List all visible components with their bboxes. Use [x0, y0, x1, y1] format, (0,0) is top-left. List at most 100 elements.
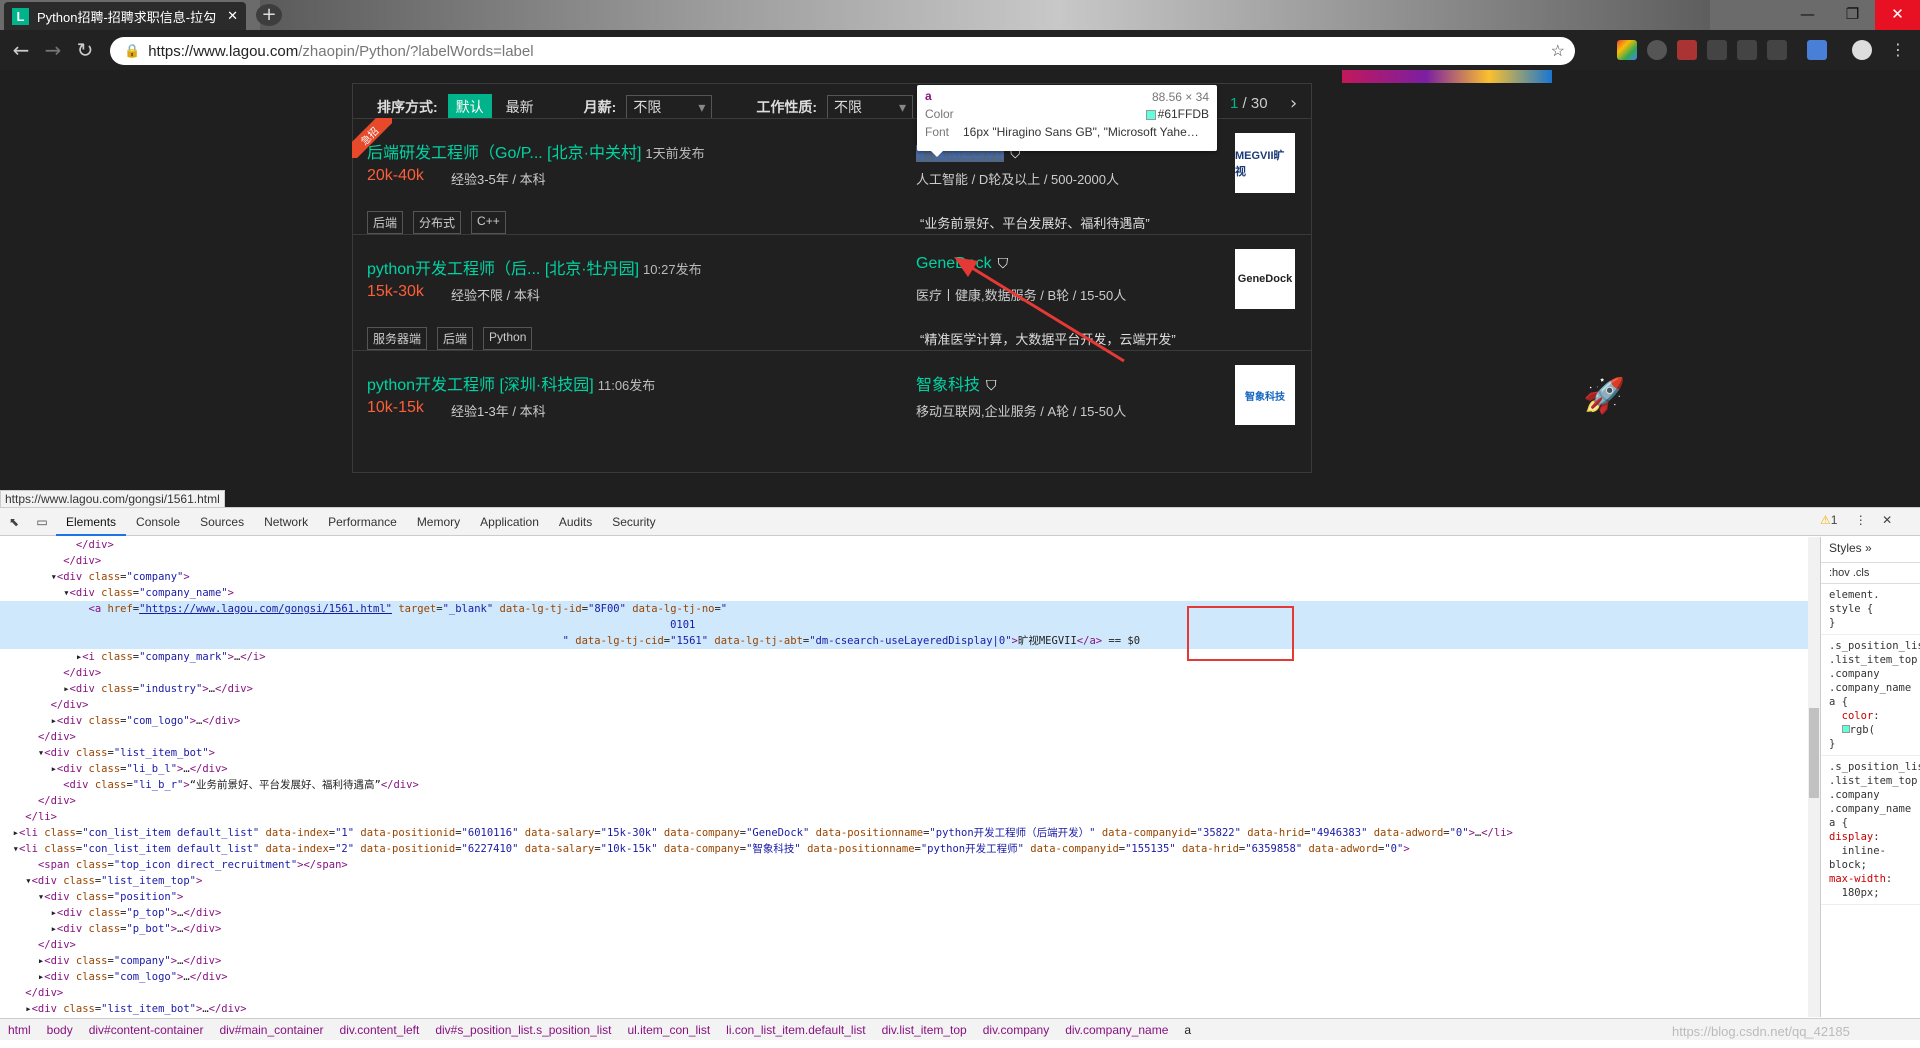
- company-logo[interactable]: MEGVII旷视: [1235, 133, 1295, 193]
- back-to-top-rocket-icon[interactable]: 🚀: [1583, 376, 1625, 416]
- lock-icon: 🔒: [124, 43, 141, 58]
- lagou-favicon-icon: L: [12, 7, 29, 25]
- company-industry: 人工智能 / D轮及以上 / 500-2000人: [916, 172, 1119, 187]
- warning-count: 1: [1830, 513, 1838, 527]
- window-close-icon[interactable]: ✕: [1875, 0, 1920, 30]
- style-rule: element. style {}: [1821, 584, 1920, 635]
- next-page-icon[interactable]: ›: [1290, 93, 1297, 114]
- sort-label: 排序方式:: [377, 99, 438, 115]
- dom-breadcrumbs: html body div#content-container div#main…: [0, 1018, 1920, 1040]
- new-tab-button[interactable]: +: [256, 4, 282, 26]
- browser-tab[interactable]: L Python招聘-招聘求职信息-拉勾 ✕: [4, 2, 246, 30]
- tab-elements[interactable]: Elements: [56, 508, 127, 536]
- style-rule: .s_position_list .list_item_top .company…: [1821, 635, 1920, 756]
- extension-icon[interactable]: [1677, 40, 1697, 60]
- breadcrumb-item[interactable]: a: [1176, 1023, 1199, 1037]
- job-card[interactable]: python开发工程师（后... [北京·牡丹园] 10:27发布 15k-30k…: [352, 234, 1312, 357]
- minimize-icon[interactable]: —: [1785, 0, 1830, 30]
- tooltip-color-value: #61FFDB: [1157, 107, 1209, 121]
- extension-icon[interactable]: [1767, 40, 1787, 60]
- devtools-close-icon[interactable]: ✕: [1882, 513, 1892, 527]
- devtools-menu-icon[interactable]: ⋮: [1855, 513, 1867, 527]
- publish-time: 1天前发布: [645, 146, 705, 161]
- salary-dropdown[interactable]: 不限: [626, 95, 713, 119]
- sort-default-button[interactable]: 默认: [447, 94, 492, 120]
- requirement: 经验不限 / 本科: [451, 288, 540, 303]
- warning-icon[interactable]: ⚠: [1820, 513, 1831, 527]
- styles-filter[interactable]: :hov .cls: [1821, 563, 1920, 584]
- tab-sources[interactable]: Sources: [190, 508, 254, 536]
- inspect-tooltip: a 88.56 × 34 Color #61FFDB Font 16px "Hirag…: [917, 85, 1217, 157]
- breadcrumb-item[interactable]: div#main_container: [211, 1023, 331, 1037]
- job-tag: C++: [471, 211, 506, 234]
- tooltip-dims: 88.56 × 34: [1151, 90, 1209, 104]
- requirement: 经验1-3年 / 本科: [451, 404, 546, 419]
- address-bar[interactable]: 🔒 https://www.lagou.com/zhaopin/Python/?…: [110, 37, 1575, 65]
- job-card[interactable]: python开发工程师 [深圳·科技园] 11:06发布 10k-15k 经验1-…: [352, 350, 1312, 473]
- job-tag: 分布式: [413, 211, 462, 234]
- breadcrumb-item[interactable]: div#content-container: [81, 1023, 212, 1037]
- more-tabs-icon[interactable]: »: [1865, 541, 1872, 555]
- tab-console[interactable]: Console: [126, 508, 190, 536]
- breadcrumb-item[interactable]: div#s_position_list.s_position_list: [427, 1023, 619, 1037]
- requirement: 经验3-5年 / 本科: [451, 172, 546, 187]
- jobtype-dropdown[interactable]: 不限: [827, 95, 914, 119]
- tab-strip: [0, 0, 1920, 30]
- reload-icon[interactable]: ↻: [72, 38, 98, 64]
- dom-scrollbar-thumb[interactable]: [1809, 708, 1819, 798]
- devtools-panel: ⬉ ▭ Elements Console Sources Network Per…: [0, 507, 1920, 1048]
- browser-menu-icon[interactable]: ⋮: [1890, 40, 1906, 59]
- company-name-link[interactable]: 智象科技: [916, 377, 980, 394]
- breadcrumb-item[interactable]: body: [39, 1023, 81, 1037]
- tab-title: Python招聘-招聘求职信息-拉勾: [37, 9, 217, 25]
- breadcrumb-item[interactable]: html: [0, 1023, 39, 1037]
- company-logo[interactable]: 智象科技: [1235, 365, 1295, 425]
- tooltip-font-value: 16px "Hiragino Sans GB", "Microsoft Yahe…: [963, 125, 1199, 139]
- extension-icon[interactable]: [1617, 40, 1637, 60]
- breadcrumb-item[interactable]: div.company_name: [1057, 1023, 1176, 1037]
- tab-security[interactable]: Security: [602, 508, 665, 536]
- extension-icon[interactable]: [1647, 40, 1667, 60]
- job-title[interactable]: 后端研发工程师（Go/P... [北京·中关村]: [367, 145, 641, 162]
- extension-icon[interactable]: [1707, 40, 1727, 60]
- tab-memory[interactable]: Memory: [407, 508, 470, 536]
- profile-avatar-icon[interactable]: [1852, 40, 1872, 60]
- style-rule: .s_position_list .list_item_top .company…: [1821, 756, 1920, 905]
- annotation-highlight-box: [1187, 606, 1294, 661]
- breadcrumb-item[interactable]: div.company: [975, 1023, 1057, 1037]
- tab-network[interactable]: Network: [254, 508, 318, 536]
- theme-background: [260, 0, 1710, 30]
- job-tag: 后端: [437, 327, 474, 350]
- inspect-element-icon[interactable]: ⬉: [0, 515, 28, 529]
- restore-icon[interactable]: ❐: [1830, 0, 1875, 30]
- back-arrow-icon[interactable]: ←: [8, 38, 34, 64]
- tab-close-icon[interactable]: ✕: [227, 8, 238, 24]
- forward-arrow-icon[interactable]: →: [40, 38, 66, 64]
- job-title[interactable]: python开发工程师 [深圳·科技园]: [367, 377, 594, 394]
- job-tag: 后端: [367, 211, 404, 234]
- page-total: / 30: [1242, 95, 1268, 112]
- styles-tab[interactable]: Styles: [1829, 541, 1862, 555]
- url-host: https://www.lagou.com: [148, 42, 299, 60]
- annotation-arrow-icon: [954, 257, 1125, 363]
- breadcrumb-item[interactable]: div.list_item_top: [874, 1023, 975, 1037]
- tab-application[interactable]: Application: [470, 508, 549, 536]
- sort-latest-button[interactable]: 最新: [506, 97, 534, 117]
- color-swatch-icon: [1145, 109, 1156, 120]
- tab-audits[interactable]: Audits: [549, 508, 602, 536]
- extension-icon[interactable]: [1737, 40, 1757, 60]
- salary-label: 月薪:: [583, 99, 617, 115]
- breadcrumb-item[interactable]: div.content_left: [332, 1023, 428, 1037]
- tab-performance[interactable]: Performance: [318, 508, 407, 536]
- breadcrumb-item[interactable]: li.con_list_item.default_list: [718, 1023, 873, 1037]
- ad-banner[interactable]: [1342, 70, 1552, 83]
- job-title[interactable]: python开发工程师（后... [北京·牡丹园]: [367, 261, 639, 278]
- breadcrumb-item[interactable]: ul.item_con_list: [619, 1023, 718, 1037]
- watermark: https://blog.csdn.net/qq_42185: [1672, 1024, 1850, 1039]
- tooltip-color-label: Color: [925, 107, 954, 121]
- device-toolbar-icon[interactable]: ▭: [28, 515, 56, 529]
- bookmark-star-icon[interactable]: ☆: [1551, 41, 1565, 61]
- company-logo[interactable]: GeneDock: [1235, 249, 1295, 309]
- extension-icon[interactable]: [1807, 40, 1827, 60]
- dom-tree[interactable]: </div> </div> ▾<div class="company"> ▾<d…: [0, 537, 1808, 1017]
